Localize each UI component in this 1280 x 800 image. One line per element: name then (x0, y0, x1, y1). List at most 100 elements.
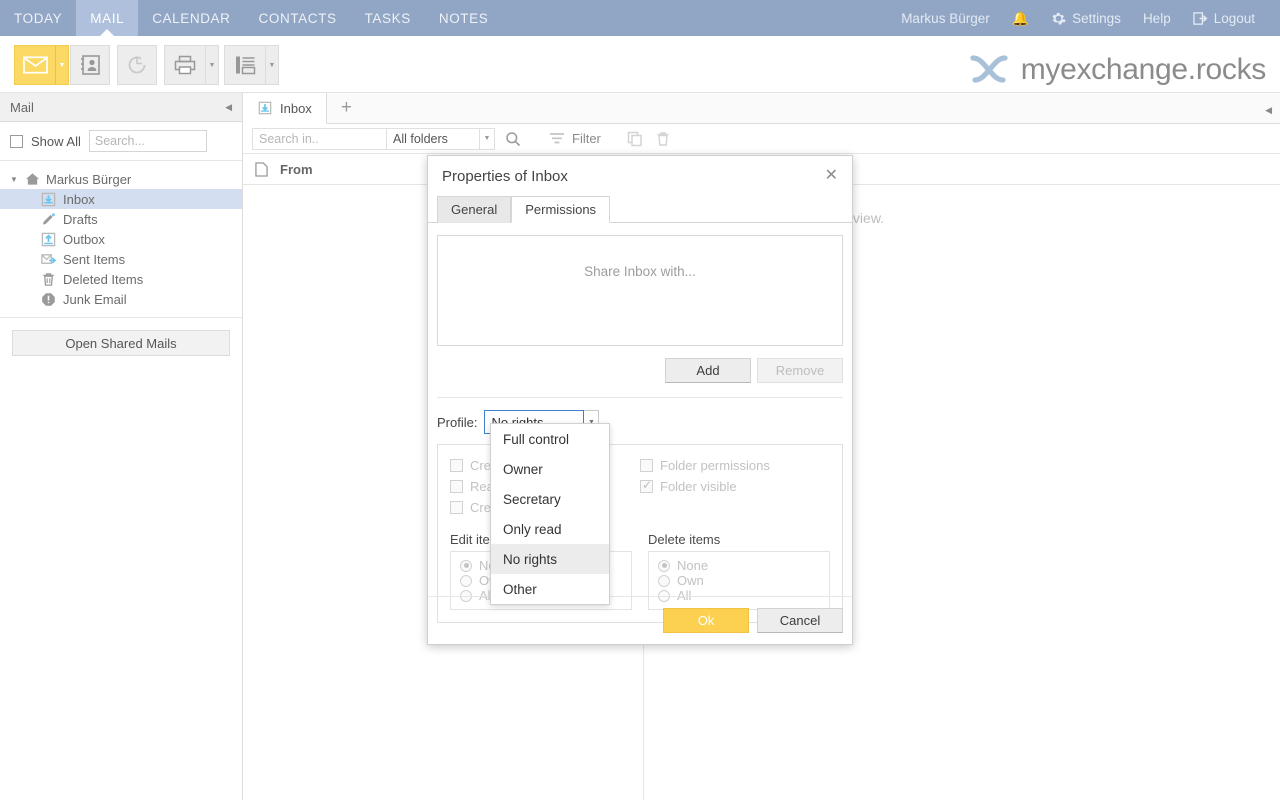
brand-name: myexchange.rocks (1020, 53, 1267, 86)
gear-icon (1051, 11, 1066, 26)
search-icon[interactable] (505, 131, 521, 147)
chevron-down-icon[interactable]: ▼ (265, 46, 278, 84)
sidebar-item-drafts[interactable]: Drafts (0, 209, 242, 229)
nav-tab-label: TASKS (364, 10, 411, 26)
nav-tab-notes[interactable]: NOTES (425, 0, 503, 36)
show-all-label: Show All (31, 133, 81, 149)
option-label: Full control (503, 431, 570, 447)
option-label: No rights (503, 551, 558, 567)
chevron-down-icon[interactable]: ▼ (480, 127, 495, 150)
checkbox-folder-visible[interactable]: Folder visible (640, 476, 830, 497)
checkbox-box (640, 478, 653, 493)
sidebar-item-sent[interactable]: Sent Items (0, 249, 242, 269)
print-button[interactable]: ▼ (164, 45, 219, 85)
remove-label: Remove (775, 363, 825, 378)
caret-down-icon[interactable]: ▼ (10, 175, 18, 184)
sidebar-item-outbox[interactable]: Outbox (0, 229, 242, 249)
show-all-checkbox[interactable] (10, 134, 23, 148)
filter-button[interactable]: Filter (549, 131, 601, 146)
nav-tab-contacts[interactable]: CONTACTS (245, 0, 351, 36)
nav-tab-label: CONTACTS (258, 10, 337, 26)
nav-tab-calendar[interactable]: CALENDAR (138, 0, 244, 36)
folder-scope-select[interactable]: All folders (387, 127, 480, 150)
tab-general[interactable]: General (437, 196, 512, 223)
dropdown-option-no-rights[interactable]: No rights (491, 544, 609, 574)
close-icon[interactable]: ✕ (825, 168, 838, 184)
logout-button[interactable]: Logout (1182, 11, 1266, 26)
profile-label: Profile: (437, 414, 478, 430)
address-book-button[interactable] (70, 45, 110, 85)
nav-tab-mail[interactable]: MAIL (76, 0, 139, 36)
radio-delete-own[interactable]: Own (658, 573, 820, 588)
chevron-down-icon[interactable]: ▼ (55, 46, 68, 84)
dropdown-option-secretary[interactable]: Secretary (491, 484, 609, 514)
open-shared-mails-button[interactable]: Open Shared Mails (12, 330, 230, 356)
sidebar-item-junk[interactable]: Junk Email (0, 289, 242, 309)
dropdown-option-owner[interactable]: Owner (491, 454, 609, 484)
warning-icon (40, 291, 56, 307)
radio-delete-none[interactable]: None (658, 558, 820, 573)
ok-button[interactable]: Ok (663, 608, 749, 633)
sync-icon (118, 54, 156, 76)
outbox-icon (40, 231, 56, 247)
folder-tree: ▼ Markus Bürger Inbox Drafts Outbox Sent… (0, 161, 242, 318)
checkbox-box (450, 501, 463, 514)
checkbox-folder-permissions[interactable]: Folder permissions (640, 455, 830, 476)
dropdown-option-only-read[interactable]: Only read (491, 514, 609, 544)
new-mail-button[interactable]: ▼ (14, 45, 69, 85)
add-tab-button[interactable]: + (327, 93, 366, 123)
sync-button[interactable] (117, 45, 157, 85)
dropdown-option-other[interactable]: Other (491, 574, 609, 604)
content-tab-strip: Inbox + (243, 93, 1280, 124)
dialog-header: Properties of Inbox ✕ (428, 156, 852, 196)
help-button[interactable]: Help (1132, 11, 1182, 26)
user-label: Markus Bürger (901, 10, 990, 26)
settings-label: Settings (1072, 10, 1121, 26)
top-navigation-bar: TODAY MAIL CALENDAR CONTACTS TASKS NOTES… (0, 0, 1280, 36)
trash-icon[interactable] (655, 131, 671, 147)
sent-icon (40, 251, 56, 267)
tab-permissions[interactable]: Permissions (511, 196, 611, 223)
document-icon (255, 161, 268, 177)
collapse-left-icon[interactable]: ◀ (1265, 105, 1272, 116)
layout-button[interactable]: ▼ (224, 45, 279, 85)
share-with-list[interactable]: Share Inbox with... (437, 235, 843, 346)
dropdown-option-full-control[interactable]: Full control (491, 424, 609, 454)
inbox-icon (257, 100, 273, 116)
radio-dot (460, 559, 472, 572)
tree-root-account[interactable]: ▼ Markus Bürger (0, 169, 242, 189)
logout-label: Logout (1213, 10, 1255, 26)
cancel-button[interactable]: Cancel (757, 608, 843, 633)
ok-label: Ok (697, 613, 715, 628)
column-header-from: From (280, 161, 313, 177)
layout-icon (225, 55, 265, 75)
remove-button: Remove (757, 358, 843, 383)
option-label: Secretary (503, 491, 561, 507)
settings-button[interactable]: Settings (1040, 11, 1132, 26)
tab-inbox[interactable]: Inbox (243, 93, 327, 124)
sidebar-item-label: Outbox (63, 231, 105, 247)
sidebar-search-input[interactable] (88, 130, 207, 152)
option-label: Only read (503, 521, 562, 537)
sidebar-item-inbox[interactable]: Inbox (0, 189, 242, 209)
add-button[interactable]: Add (665, 358, 751, 383)
radio-dot (460, 574, 472, 587)
nav-tab-tasks[interactable]: TASKS (351, 0, 425, 36)
print-icon (165, 55, 205, 75)
dialog-body: Share Inbox with... Add Remove Profile: … (428, 223, 852, 623)
search-input[interactable] (252, 127, 387, 150)
dialog-tab-strip: General Permissions (428, 196, 852, 223)
chevron-down-icon[interactable]: ▼ (205, 46, 218, 84)
collapse-left-icon[interactable]: ◀ (225, 102, 232, 113)
nav-tab-today[interactable]: TODAY (0, 0, 76, 36)
sidebar-item-label: Sent Items (63, 251, 126, 267)
notifications-button[interactable]: 🔔 (1001, 10, 1040, 27)
option-label: Other (503, 581, 537, 597)
share-placeholder-label: Share Inbox with... (584, 264, 696, 279)
mail-icon (15, 56, 55, 74)
copy-icon[interactable] (627, 131, 643, 147)
plus-icon: + (340, 97, 352, 118)
sidebar-item-deleted[interactable]: Deleted Items (0, 269, 242, 289)
checkbox-box (450, 480, 463, 493)
tree-root-label: Markus Bürger (46, 171, 132, 187)
